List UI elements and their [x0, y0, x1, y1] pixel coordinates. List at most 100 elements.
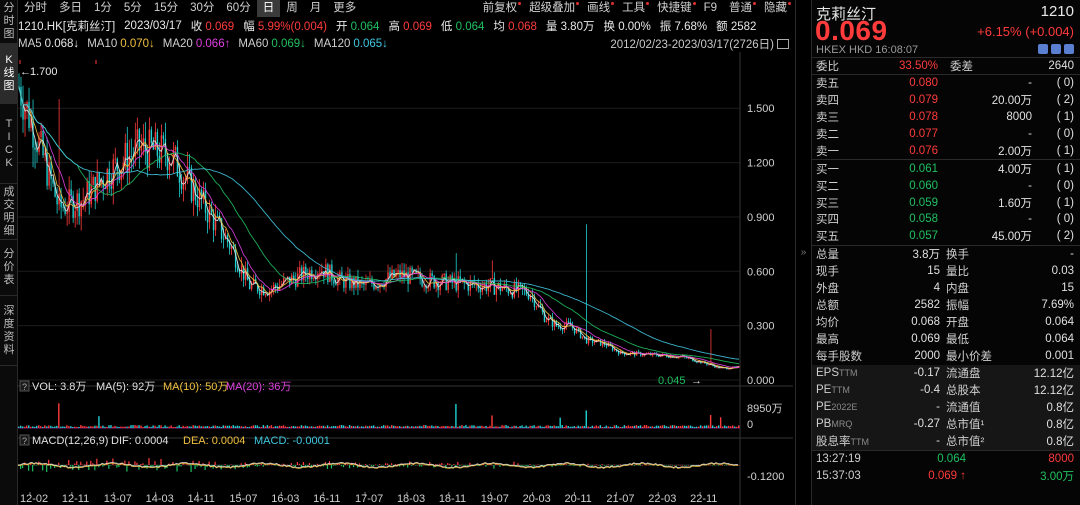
chart-area[interactable]: 1.500 1.200 0.900 0.600 0.300 0.000 1.700← 0.04…: [18, 52, 793, 505]
tool-4[interactable]: 快捷键: [651, 0, 698, 17]
macd-bar: [727, 464, 730, 466]
tab-depth-info[interactable]: 深度资料: [0, 296, 18, 366]
tab-tick[interactable]: TICK: [0, 104, 18, 184]
asks-level-2[interactable]: 卖四 0.079 20.00万 ( 2): [812, 92, 1080, 109]
period-0[interactable]: 分时: [18, 0, 53, 17]
tab-trade-detail[interactable]: 成交明细: [0, 184, 18, 240]
volume-bar: [479, 425, 481, 428]
calendar-icon: [777, 39, 789, 49]
volume-bar: [272, 426, 275, 428]
period-2[interactable]: 1分: [88, 0, 118, 17]
stat-value: 15: [927, 265, 940, 278]
vol-ma5: MA(5): 92万: [96, 381, 155, 393]
asks-level-4[interactable]: 卖二 0.077 - ( 0): [812, 126, 1080, 143]
macd-bar: [723, 465, 726, 466]
candle-body: [593, 342, 596, 344]
period-5[interactable]: 30分: [184, 0, 220, 17]
volume-bar: [621, 426, 624, 428]
level-price: 0.076: [909, 144, 938, 157]
x-tick-label: 18-03: [397, 493, 425, 505]
amplitude-value: 7.68%: [674, 20, 708, 33]
period-4[interactable]: 15分: [148, 0, 184, 17]
period-8[interactable]: 周: [280, 0, 304, 17]
candle-body: [557, 326, 560, 327]
quote-bar: 1210.HK[克莉丝汀] 2023/03/17 收 0.069 幅 5.99%…: [18, 17, 793, 34]
macd-bar: [677, 464, 680, 466]
max-price-label: 1.700: [30, 66, 58, 78]
tab-kline[interactable]: K线图: [0, 44, 18, 104]
volume-bar: [236, 425, 239, 428]
macd-bar: [407, 465, 409, 468]
stat-value-2: 0.03: [1051, 265, 1074, 278]
volume-bar: [381, 426, 383, 428]
macd-bar: [499, 465, 501, 467]
tool-2[interactable]: 画线: [581, 0, 616, 17]
bids-level-5[interactable]: 买五 0.057 45.00万 ( 2): [812, 228, 1080, 245]
macd-bar: [368, 464, 371, 465]
tool-3[interactable]: 工具: [616, 0, 651, 17]
macd-bar: [459, 465, 461, 467]
left-tab-strip: 分时图K线图TICK成交明细分价表深度资料: [0, 0, 18, 505]
macd-bar: [589, 465, 591, 466]
panel-collapse-handle[interactable]: »: [795, 0, 811, 505]
candle-body: [114, 158, 116, 160]
stat-value: 4: [933, 282, 940, 295]
volume-bar: [156, 426, 158, 428]
candle-body: [182, 180, 185, 190]
period-10[interactable]: 更多: [327, 0, 362, 17]
candle-body: [531, 295, 534, 297]
bids-level-4[interactable]: 买四 0.058 - ( 0): [812, 211, 1080, 228]
volume-bar: [419, 425, 421, 428]
macd-bar: [218, 465, 220, 466]
bids-level-2[interactable]: 买二 0.060 - ( 0): [812, 177, 1080, 194]
volume-bar: [308, 426, 311, 428]
share-icon[interactable]: [1051, 44, 1061, 54]
date-range[interactable]: 2012/02/23-2023/03/17(2726日): [610, 36, 789, 52]
edit-icon[interactable]: [1038, 44, 1048, 54]
volume-bar: [82, 425, 84, 428]
volume-bar: [463, 426, 465, 428]
vol-ma10: MA(10): 50万: [163, 381, 228, 393]
macd-bar: [513, 461, 515, 465]
macd-bar: [302, 461, 304, 465]
asks-level-5[interactable]: 卖一 0.076 2.00万 ( 1): [812, 142, 1080, 159]
tab-timeshare[interactable]: 分时图: [0, 0, 18, 44]
period-1[interactable]: 多日: [53, 0, 88, 17]
stat-label-2: 量比: [946, 266, 969, 279]
asks-level-1[interactable]: 卖五 0.080 - ( 0): [812, 75, 1080, 92]
volume-bar: [533, 425, 535, 428]
tab-price-table[interactable]: 分价表: [0, 240, 18, 296]
bids-level-3[interactable]: 买三 0.059 1.60万 ( 1): [812, 194, 1080, 211]
macd-bar: [441, 463, 443, 465]
period-9[interactable]: 月: [304, 0, 328, 17]
x-tick-label: 20-11: [564, 493, 591, 505]
volume-bar: [631, 426, 634, 428]
macd-bar: [50, 465, 52, 469]
macd-bar: [639, 465, 641, 466]
macd-bar: [383, 465, 385, 466]
level-label: 卖三: [816, 112, 839, 125]
volume-bar: [699, 425, 702, 428]
period-7[interactable]: 日: [256, 0, 281, 17]
volume-bar: [178, 425, 180, 428]
ma-label: MA5: [18, 38, 42, 50]
asks-level-3[interactable]: 卖三 0.078 8000 ( 1): [812, 109, 1080, 126]
macd-bar: [557, 465, 559, 466]
period-6[interactable]: 60分: [220, 0, 256, 17]
volume-bar: [44, 425, 46, 428]
tool-6[interactable]: 普通: [723, 0, 758, 17]
volume-bar: [385, 425, 387, 428]
tool-1[interactable]: 超级叠加: [523, 0, 581, 17]
volume-bar: [248, 426, 251, 428]
bids-level-1[interactable]: 买一 0.061 4.00万 ( 1): [812, 160, 1080, 177]
more-icon[interactable]: [1064, 44, 1074, 54]
period-3[interactable]: 5分: [118, 0, 148, 17]
volume-bar: [397, 426, 399, 428]
tool-0[interactable]: 前复权: [477, 0, 524, 17]
macd-bar: [419, 465, 421, 467]
volume-bar: [254, 425, 257, 428]
tool-5[interactable]: F9: [698, 0, 723, 17]
volume-bar: [72, 426, 74, 428]
volume-bar: [691, 426, 694, 428]
tool-7[interactable]: 隐藏: [758, 0, 793, 17]
